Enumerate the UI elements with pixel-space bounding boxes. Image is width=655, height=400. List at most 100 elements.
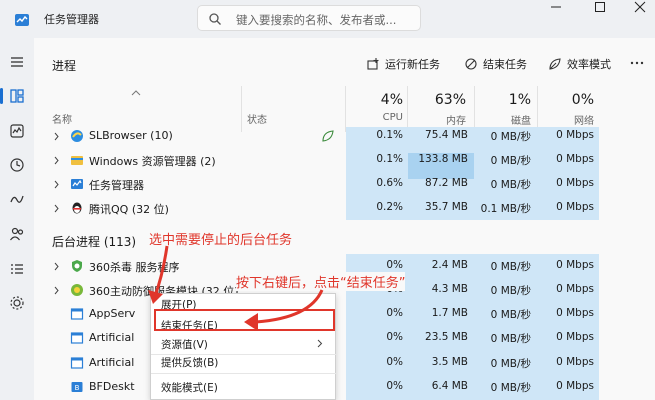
memory-value: 2.4 MB: [431, 259, 468, 271]
memory-value: 87.2 MB: [425, 177, 468, 189]
table-row[interactable]: 腾讯QQ (32 位) 0.2% 35.7 MB 0.1 MB/秒 0 Mbps: [34, 196, 655, 221]
cpu-value: 0.1%: [376, 153, 403, 165]
background-processes-title: 后台进程 (113): [52, 235, 137, 249]
network-value: 0 Mbps: [556, 153, 594, 165]
search-input[interactable]: 键入要搜索的名称、发布者或...: [197, 5, 421, 31]
end-task-button[interactable]: 结束任务: [464, 55, 527, 73]
process-name: Windows 资源管理器 (2): [89, 155, 216, 168]
process-name: Artificial: [89, 331, 135, 344]
svg-text:B: B: [75, 384, 80, 392]
network-value: 0 Mbps: [556, 129, 594, 141]
cpu-value: 0%: [386, 307, 403, 319]
network-value: 0 Mbps: [556, 283, 594, 295]
sidebar: [0, 38, 34, 400]
cpu-value: 0%: [386, 380, 403, 392]
services-icon[interactable]: [8, 294, 26, 312]
run-new-task-icon: [367, 58, 379, 70]
process-name: AppServ: [89, 307, 136, 320]
table-row[interactable]: Artificial 0% 3.5 MB 0 MB/秒 0 Mbps: [34, 351, 655, 376]
expand-chevron-icon[interactable]: [53, 262, 60, 271]
window-title: 任务管理器: [44, 13, 99, 26]
process-name: 任务管理器: [89, 179, 144, 192]
details-icon[interactable]: [8, 260, 26, 278]
run-new-task-button[interactable]: 运行新任务: [366, 55, 440, 73]
network-value: 0 Mbps: [556, 331, 594, 343]
more-options-icon[interactable]: [629, 56, 645, 70]
red-arrow-left: [244, 289, 324, 331]
process-name: 腾讯QQ (32 位): [89, 203, 169, 216]
red-arrow-down: [148, 245, 169, 304]
bf-desktop-icon: B: [71, 382, 83, 392]
disk-usage-percent[interactable]: 1%: [471, 92, 531, 108]
memory-value: 1.7 MB: [431, 307, 468, 319]
app-history-icon[interactable]: [8, 156, 26, 174]
menu-item-resource-values[interactable]: 资源值(V): [161, 337, 208, 352]
disk-value: 0 MB/秒: [490, 358, 531, 370]
table-row[interactable]: 任务管理器 0.6% 87.2 MB 0 MB/秒 0 Mbps: [34, 172, 655, 197]
expand-chevron-icon[interactable]: [53, 204, 60, 213]
cpu-usage-percent[interactable]: 4%: [343, 92, 403, 108]
maximize-icon[interactable]: [592, 0, 608, 15]
memory-value: 6.4 MB: [431, 380, 468, 392]
network-usage-percent[interactable]: 0%: [534, 92, 594, 108]
hamburger-menu-icon[interactable]: [8, 53, 26, 71]
table-row[interactable]: AppServ 0% 1.7 MB 0 MB/秒 0 Mbps: [34, 302, 655, 327]
task-manager-app-icon: [15, 14, 29, 26]
menu-item-efficiency-mode[interactable]: 效能模式(E): [161, 380, 218, 395]
search-placeholder: 键入要搜索的名称、发布者或...: [236, 13, 397, 27]
expand-chevron-icon[interactable]: [53, 156, 60, 165]
menu-divider: [151, 373, 337, 374]
memory-usage-percent[interactable]: 63%: [406, 92, 466, 108]
memory-value: 3.5 MB: [431, 356, 468, 368]
360-defense-icon: [71, 284, 83, 296]
minimize-icon[interactable]: [548, 0, 564, 15]
efficiency-mode-label: 效率模式: [567, 58, 611, 71]
network-value: 0 Mbps: [556, 356, 594, 368]
memory-value: 35.7 MB: [425, 201, 468, 213]
slbrowser-icon: [71, 130, 83, 142]
cpu-value: 0%: [386, 259, 403, 271]
process-name: BFDeskt: [89, 380, 135, 393]
disk-value: 0.1 MB/秒: [480, 203, 531, 215]
sort-ascending-icon[interactable]: [131, 90, 141, 96]
users-icon[interactable]: [8, 225, 26, 243]
cpu-value: 0%: [386, 331, 403, 343]
network-value: 0 Mbps: [556, 307, 594, 319]
disk-value: 0 MB/秒: [490, 155, 531, 167]
performance-icon[interactable]: [8, 122, 26, 140]
table-row[interactable]: Artificial 0% 23.5 MB 0 MB/秒 0 Mbps: [34, 326, 655, 351]
service-window-icon: [70, 332, 84, 344]
startup-apps-icon[interactable]: [8, 190, 26, 208]
expand-chevron-icon[interactable]: [53, 180, 60, 189]
cpu-value: 0.2%: [376, 201, 403, 213]
360-antivirus-icon: [72, 260, 82, 272]
memory-value: 75.4 MB: [425, 129, 468, 141]
process-name: SLBrowser (10): [89, 129, 173, 142]
network-value: 0 Mbps: [556, 177, 594, 189]
nav-active-indicator: [0, 88, 3, 104]
memory-value: 4.3 MB: [431, 283, 468, 295]
cpu-value: 0%: [386, 356, 403, 368]
expand-chevron-icon[interactable]: [53, 132, 60, 141]
cpu-header-label[interactable]: CPU: [343, 112, 403, 123]
end-task-icon: [465, 58, 477, 70]
processes-icon[interactable]: [8, 87, 26, 105]
page-title: 进程: [52, 59, 77, 73]
search-icon: [209, 13, 221, 25]
disk-value: 0 MB/秒: [490, 382, 531, 394]
disk-value: 0 MB/秒: [490, 261, 531, 273]
end-task-label: 结束任务: [483, 58, 527, 71]
menu-item-feedback[interactable]: 提供反馈(B): [161, 355, 218, 370]
table-row[interactable]: Windows 资源管理器 (2) 0.1% 133.8 MB 0 MB/秒 0…: [34, 148, 655, 173]
memory-value: 23.5 MB: [425, 331, 468, 343]
network-value: 0 Mbps: [556, 259, 594, 271]
explorer-icon: [71, 156, 83, 165]
expand-chevron-icon[interactable]: [53, 286, 60, 295]
run-new-task-label: 运行新任务: [385, 58, 440, 71]
close-icon[interactable]: [632, 0, 648, 15]
efficiency-mode-button[interactable]: 效率模式: [548, 55, 611, 73]
table-row[interactable]: SLBrowser (10) 0.1% 75.4 MB 0 MB/秒 0 Mbp…: [34, 124, 655, 149]
main-panel: 进程 运行新任务 结束任务 效率模式 名称 状态 4% CPU 63% 内存 1…: [34, 38, 655, 400]
submenu-chevron-icon: [317, 339, 323, 348]
table-row[interactable]: B BFDeskt 0% 6.4 MB 0 MB/秒 0 Mbps: [34, 375, 655, 400]
